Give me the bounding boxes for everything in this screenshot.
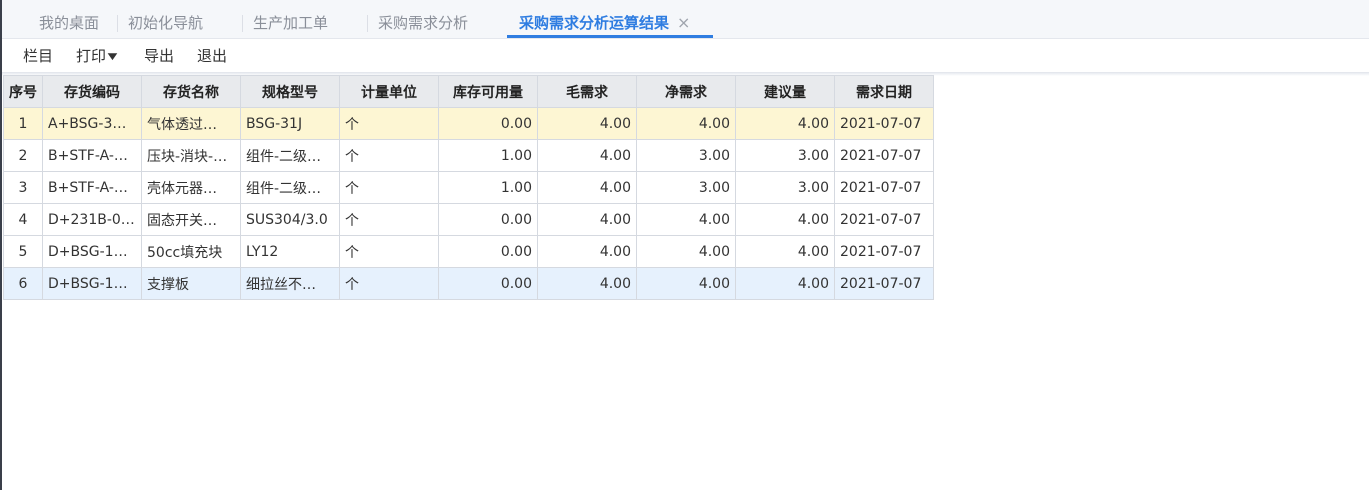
cell-gross[interactable]: 4.00 [537, 267, 637, 300]
cell-date[interactable]: 2021-07-07 [834, 235, 934, 268]
cell-unit[interactable]: 个 [339, 203, 439, 236]
tab-purchase-analysis[interactable]: 采购需求分析 [378, 0, 468, 38]
cell-seq[interactable]: 5 [3, 235, 43, 268]
column-header[interactable]: 存货名称 [141, 75, 241, 108]
cell-suggest[interactable]: 3.00 [735, 139, 835, 172]
cell-code[interactable]: D+BSG-1… [42, 235, 142, 268]
tab-bar: 我的桌面 初始化导航 生产加工单 采购需求分析 采购需求分析运算结果 × [2, 0, 1369, 39]
table-row[interactable]: 1 A+BSG-3… 气体透过… BSG-31J 个 0.00 4.00 4.0… [3, 107, 934, 140]
tab-divider [242, 15, 243, 32]
chevron-down-icon: ▼ [107, 52, 118, 62]
cell-code[interactable]: B+STF-A-… [42, 139, 142, 172]
cell-suggest[interactable]: 3.00 [735, 171, 835, 204]
tab-production-order[interactable]: 生产加工单 [253, 0, 328, 38]
cell-spec[interactable]: 组件-二级… [240, 139, 340, 172]
cell-net[interactable]: 3.00 [636, 171, 736, 204]
toolbar: 栏目 打印 ▼ 导出 退出 [2, 40, 1369, 73]
cell-suggest[interactable]: 4.00 [735, 235, 835, 268]
table-row[interactable]: 2 B+STF-A-… 压块-消块-… 组件-二级… 个 1.00 4.00 3… [3, 139, 934, 172]
cell-seq[interactable]: 2 [3, 139, 43, 172]
cell-spec[interactable]: 组件-二级… [240, 171, 340, 204]
cell-spec[interactable]: LY12 [240, 235, 340, 268]
cell-code[interactable]: D+BSG-1… [42, 267, 142, 300]
tab-label: 采购需求分析运算结果 [519, 14, 670, 32]
cell-stock[interactable]: 0.00 [438, 107, 538, 140]
cell-net[interactable]: 4.00 [636, 107, 736, 140]
column-header[interactable]: 库存可用量 [438, 75, 538, 108]
table-row[interactable]: 6 D+BSG-1… 支撑板 细拉丝不… 个 0.00 4.00 4.00 4.… [3, 267, 934, 300]
print-button[interactable]: 打印 ▼ [76, 40, 118, 72]
cell-spec[interactable]: BSG-31J [240, 107, 340, 140]
cell-stock[interactable]: 0.00 [438, 235, 538, 268]
cell-seq[interactable]: 3 [3, 171, 43, 204]
column-header[interactable]: 计量单位 [339, 75, 439, 108]
table-row[interactable]: 3 B+STF-A-… 壳体元器… 组件-二级… 个 1.00 4.00 3.0… [3, 171, 934, 204]
export-button[interactable]: 导出 [144, 40, 174, 72]
cell-seq[interactable]: 1 [3, 107, 43, 140]
cell-net[interactable]: 4.00 [636, 267, 736, 300]
cell-unit[interactable]: 个 [339, 139, 439, 172]
table-row[interactable]: 4 D+231B-0… 固态开关… SUS304/3.0 个 0.00 4.00… [3, 203, 934, 236]
cell-suggest[interactable]: 4.00 [735, 203, 835, 236]
cell-code[interactable]: B+STF-A-… [42, 171, 142, 204]
cell-unit[interactable]: 个 [339, 171, 439, 204]
tab-purchase-analysis-result[interactable]: 采购需求分析运算结果 × [519, 0, 690, 38]
cell-date[interactable]: 2021-07-07 [834, 267, 934, 300]
result-table: 序号 存货编码 存货名称 规格型号 计量单位 库存可用量 毛需求 净需求 建议量… [3, 75, 934, 300]
tab-divider [117, 15, 118, 32]
cell-net[interactable]: 4.00 [636, 235, 736, 268]
app-window: 我的桌面 初始化导航 生产加工单 采购需求分析 采购需求分析运算结果 × 栏目 打… [0, 0, 1369, 490]
column-header[interactable]: 毛需求 [537, 75, 637, 108]
column-header[interactable]: 净需求 [636, 75, 736, 108]
cell-name[interactable]: 壳体元器… [141, 171, 241, 204]
cell-seq[interactable]: 4 [3, 203, 43, 236]
cell-spec[interactable]: 细拉丝不… [240, 267, 340, 300]
cell-unit[interactable]: 个 [339, 267, 439, 300]
column-header[interactable]: 需求日期 [834, 75, 934, 108]
cell-name[interactable]: 50cc填充块 [141, 235, 241, 268]
cell-name[interactable]: 支撑板 [141, 267, 241, 300]
cell-code[interactable]: D+231B-0… [42, 203, 142, 236]
cell-gross[interactable]: 4.00 [537, 235, 637, 268]
table-header-row: 序号 存货编码 存货名称 规格型号 计量单位 库存可用量 毛需求 净需求 建议量… [3, 75, 934, 108]
cell-net[interactable]: 4.00 [636, 203, 736, 236]
cell-gross[interactable]: 4.00 [537, 203, 637, 236]
cell-gross[interactable]: 4.00 [537, 107, 637, 140]
cell-gross[interactable]: 4.00 [537, 171, 637, 204]
column-header[interactable]: 序号 [3, 75, 43, 108]
cell-spec[interactable]: SUS304/3.0 [240, 203, 340, 236]
cell-unit[interactable]: 个 [339, 235, 439, 268]
tab-init-guide[interactable]: 初始化导航 [128, 0, 203, 38]
print-label: 打印 [76, 47, 107, 65]
cell-name[interactable]: 固态开关… [141, 203, 241, 236]
columns-button[interactable]: 栏目 [23, 40, 53, 72]
column-header[interactable]: 存货编码 [42, 75, 142, 108]
cell-date[interactable]: 2021-07-07 [834, 107, 934, 140]
cell-unit[interactable]: 个 [339, 107, 439, 140]
cell-seq[interactable]: 6 [3, 267, 43, 300]
cell-stock[interactable]: 0.00 [438, 203, 538, 236]
column-header[interactable]: 规格型号 [240, 75, 340, 108]
column-header[interactable]: 建议量 [735, 75, 835, 108]
cell-stock[interactable]: 1.00 [438, 171, 538, 204]
cell-gross[interactable]: 4.00 [537, 139, 637, 172]
cell-date[interactable]: 2021-07-07 [834, 203, 934, 236]
cell-suggest[interactable]: 4.00 [735, 107, 835, 140]
tab-my-desktop[interactable]: 我的桌面 [39, 0, 99, 38]
table-row[interactable]: 5 D+BSG-1… 50cc填充块 LY12 个 0.00 4.00 4.00… [3, 235, 934, 268]
cell-name[interactable]: 压块-消块-… [141, 139, 241, 172]
cell-date[interactable]: 2021-07-07 [834, 139, 934, 172]
cell-code[interactable]: A+BSG-3… [42, 107, 142, 140]
cell-stock[interactable]: 1.00 [438, 139, 538, 172]
cell-name[interactable]: 气体透过… [141, 107, 241, 140]
cell-suggest[interactable]: 4.00 [735, 267, 835, 300]
exit-button[interactable]: 退出 [197, 40, 227, 72]
active-tab-indicator [507, 35, 713, 38]
tab-divider [367, 15, 368, 32]
cell-stock[interactable]: 0.00 [438, 267, 538, 300]
cell-net[interactable]: 3.00 [636, 139, 736, 172]
cell-date[interactable]: 2021-07-07 [834, 171, 934, 204]
